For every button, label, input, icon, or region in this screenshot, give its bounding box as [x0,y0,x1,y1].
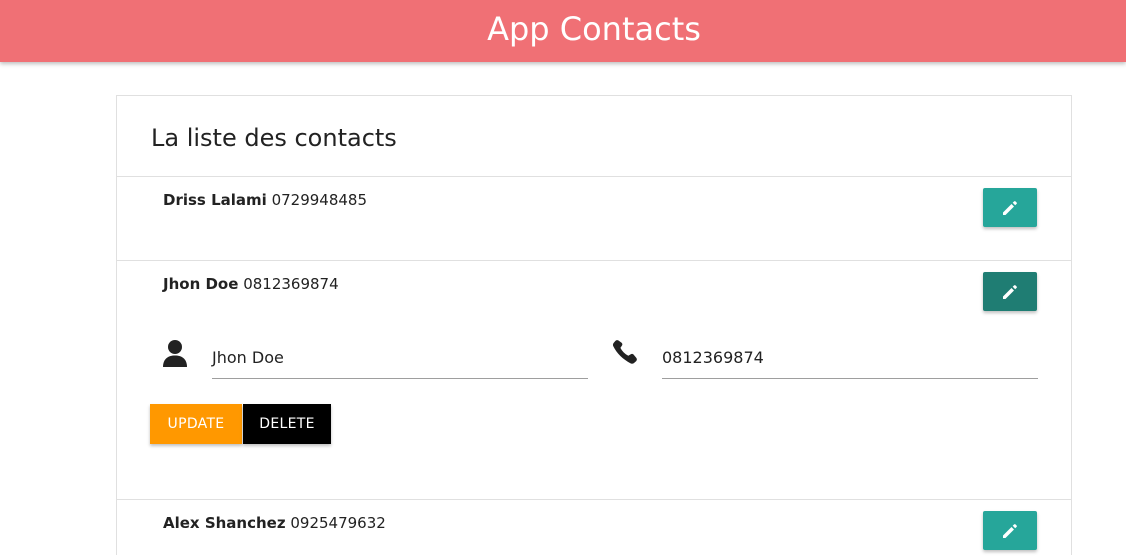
contact-line: Driss Lalami 0729948485 [163,191,367,209]
contact-name: Alex Shanchez [163,514,286,532]
contact-line: Jhon Doe 0812369874 [163,275,339,293]
edit-button[interactable] [983,272,1037,311]
contact-line: Alex Shanchez 0925479632 [163,514,386,532]
contact-name: Jhon Doe [163,275,239,293]
contact-phone: 0729948485 [271,191,368,209]
contact-row-expanded: Jhon Doe 0812369874 Jhon Doe 0812369874 … [117,260,1071,500]
edit-button[interactable] [983,188,1037,227]
pencil-icon [1003,285,1017,299]
phone-input[interactable]: 0812369874 [662,339,1038,379]
contact-phone: 0812369874 [243,275,339,293]
contact-row: Driss Lalami 0729948485 [117,176,1071,260]
contact-row: Alex Shanchez 0925479632 [117,499,1071,559]
app-header: App Contacts [0,0,1126,62]
phone-icon [612,340,637,364]
update-button[interactable]: UPDATE [150,404,242,444]
person-icon [163,340,187,367]
pencil-icon [1003,201,1017,215]
delete-button[interactable]: DELETE [243,404,331,444]
card-title: La liste des contacts [151,124,397,152]
pencil-icon [1003,524,1017,538]
edit-button[interactable] [983,511,1037,550]
app-title[interactable]: App Contacts [0,0,1126,58]
contacts-card: La liste des contacts Driss Lalami 07299… [116,95,1072,555]
contact-name: Driss Lalami [163,191,267,209]
contact-phone: 0925479632 [290,514,386,532]
name-input[interactable]: Jhon Doe [212,339,588,379]
